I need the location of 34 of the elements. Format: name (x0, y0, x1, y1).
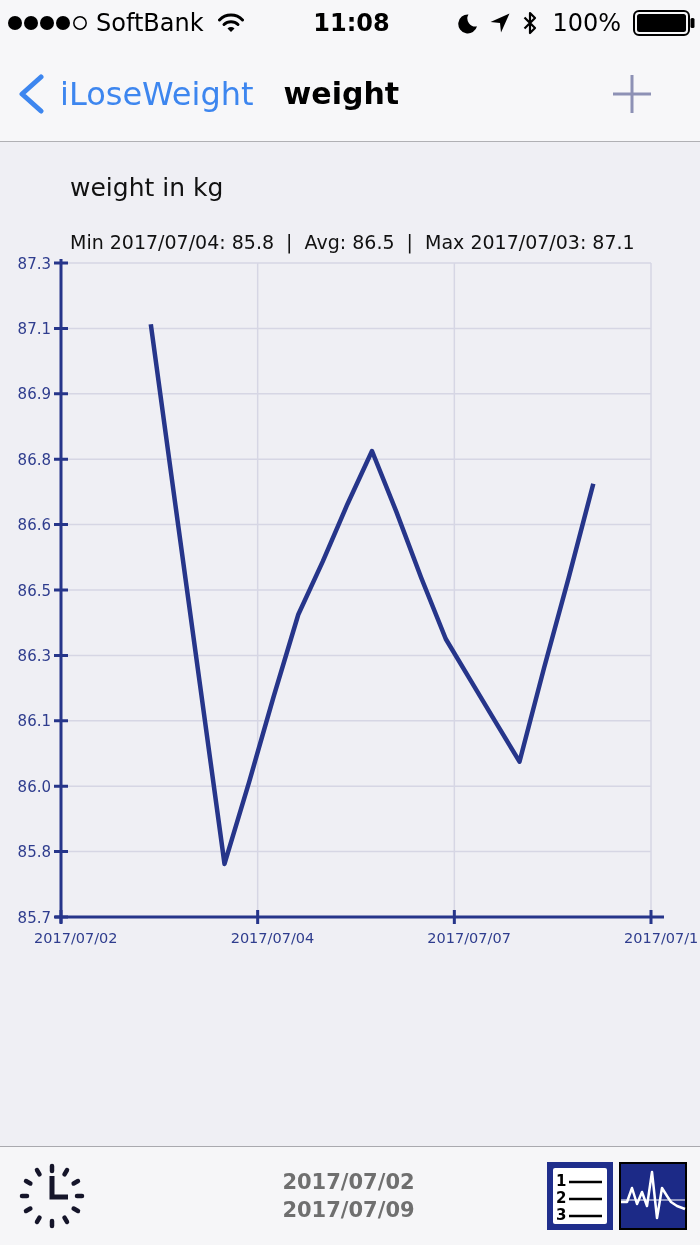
page-title: weight (283, 76, 400, 111)
y-tick-label: 86.1 (17, 712, 51, 731)
add-icon[interactable] (612, 73, 652, 114)
battery-percent: 100% (552, 9, 621, 37)
location-arrow-icon (490, 13, 511, 33)
wifi-icon (217, 13, 244, 33)
y-tick-label: 85.8 (17, 843, 51, 862)
x-tick-label: 2017/07/02 (34, 930, 118, 946)
x-tick-label: 2017/07/07 (427, 930, 511, 946)
y-tick-label: 86.8 (17, 450, 51, 469)
bluetooth-icon (522, 10, 539, 36)
y-tick-label: 85.7 (17, 908, 51, 927)
y-tick-label: 86.9 (17, 385, 51, 404)
y-tick-label: 87.1 (17, 319, 51, 338)
y-tick-label: 86.0 (17, 777, 51, 796)
moon-icon (457, 12, 479, 34)
numbered-list-icon[interactable]: 1 2 3 (547, 1162, 613, 1230)
date-range-text: 2017/07/02 (282, 1169, 415, 1196)
chart-summary: Min 2017/07/04: 85.8 | Avg: 86.5 | Max 2017/07/03: 87.1 (70, 231, 636, 253)
chevron-left-icon (17, 73, 45, 114)
date-range-text: 2017/07/09 (282, 1197, 415, 1224)
chart-title: weight in kg (70, 173, 225, 203)
x-tick-label: 2017/07/1 (624, 930, 699, 946)
y-tick-label: 86.6 (17, 516, 51, 535)
y-tick-label: 86.3 (17, 646, 51, 665)
carrier-name: SoftBank (96, 9, 204, 37)
heartbeat-chart-icon[interactable] (619, 1162, 687, 1230)
clock-time: 11:08 (313, 9, 390, 37)
battery-icon (633, 10, 695, 36)
y-tick-label: 86.5 (17, 581, 51, 600)
signal-icon (8, 15, 88, 31)
x-tick-label: 2017/07/04 (230, 930, 315, 946)
y-tick-label: 87.3 (17, 254, 51, 273)
clock-icon[interactable] (18, 1163, 86, 1229)
